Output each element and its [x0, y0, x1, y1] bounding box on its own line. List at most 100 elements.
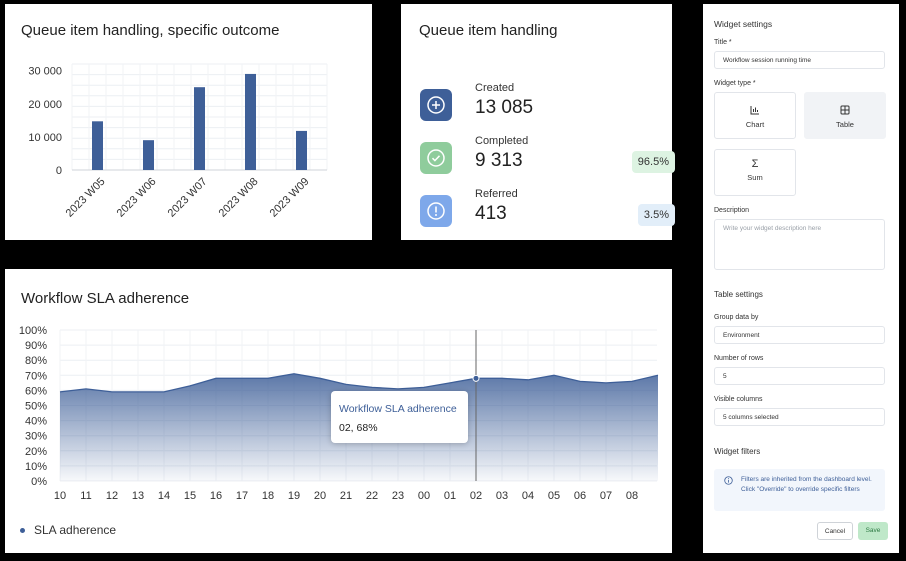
rows-input[interactable]: 5 — [714, 367, 885, 385]
stats-card: Queue item handling Created 13 085 Compl… — [401, 4, 675, 240]
info-icon — [724, 476, 733, 485]
x-tick-label: 05 — [548, 490, 560, 502]
x-tick-label: 23 — [392, 490, 404, 502]
bar — [296, 130, 307, 170]
x-tick-label: 08 — [626, 490, 638, 502]
x-tick-label: 03 — [496, 490, 508, 502]
bar — [245, 73, 256, 170]
bar — [92, 121, 103, 170]
y-tick-label: 30 000 — [28, 66, 62, 78]
x-tick-label: 16 — [210, 490, 222, 502]
bar-chart: 010 00020 00030 0002023 W05 2023 W06 2023 … — [28, 63, 328, 220]
x-tick-label: 21 — [340, 490, 352, 502]
y-tick-label: 10 000 — [28, 132, 62, 144]
y-tick-label: 80% — [25, 355, 47, 367]
widget-filters-header: Widget filters — [714, 447, 761, 456]
y-tick-label: 50% — [25, 401, 47, 413]
x-tick-label: 04 — [522, 490, 534, 502]
x-tick-label: 2023 W05 — [64, 176, 108, 220]
group-by-select[interactable]: Environment — [714, 326, 885, 344]
x-tick-label: 2023 W08 — [217, 176, 261, 220]
stat-completed-label: Completed — [475, 135, 529, 147]
title-label: Title * — [714, 39, 732, 46]
description-textarea[interactable]: Write your widget description here — [714, 219, 885, 270]
y-tick-label: 0% — [31, 476, 47, 488]
chart-tooltip: Workflow SLA adherence 02, 68% — [331, 391, 468, 443]
stat-completed: Completed 9 313 96.5% — [420, 135, 675, 181]
x-tick-label: 01 — [444, 490, 456, 502]
stat-referred-badge: 3.5% — [637, 204, 675, 226]
x-tick-label: 2023 W06 — [115, 176, 159, 220]
description-label: Description — [714, 207, 750, 214]
stats-card-title: Queue item handling — [419, 22, 558, 39]
stat-completed-value: 9 313 — [475, 150, 523, 171]
alert-circle-icon — [420, 195, 452, 227]
group-by-label: Group data by — [714, 314, 759, 321]
rows-label: Number of rows — [714, 355, 764, 362]
y-tick-label: 20 000 — [28, 99, 62, 111]
y-tick-label: 90% — [25, 340, 47, 352]
x-tick-label: 02 — [470, 490, 482, 502]
hover-point — [472, 374, 480, 382]
widget-type-label: Widget type * — [714, 80, 756, 87]
legend-label: SLA adherence — [34, 523, 117, 537]
widget-type-table-button[interactable]: Table — [804, 92, 886, 139]
stat-referred-value: 413 — [475, 203, 507, 224]
y-tick-label: 20% — [25, 446, 47, 458]
stat-referred: Referred 413 3.5% — [420, 188, 675, 234]
chart-legend: SLA adherence — [20, 523, 116, 537]
title-input[interactable]: Workflow session running time — [714, 51, 885, 69]
x-tick-label: 15 — [184, 490, 196, 502]
filters-info-box: Filters are inherited from the dashboard… — [714, 469, 885, 511]
x-tick-label: 20 — [314, 490, 326, 502]
y-tick-label: 60% — [25, 385, 47, 397]
x-tick-label: 13 — [132, 490, 144, 502]
bar — [194, 87, 205, 170]
x-tick-label: 00 — [418, 490, 430, 502]
plus-circle-icon — [420, 89, 452, 121]
sla-chart-card: Workflow SLA adherence 0% 10% 20% 30% 40% 50%… — [5, 269, 672, 553]
check-circle-icon — [420, 142, 452, 174]
widget-type-sum-button[interactable]: Σ Sum — [714, 149, 796, 196]
columns-label: Visible columns — [714, 396, 763, 403]
x-tick-label: 17 — [236, 490, 248, 502]
filters-info-text: Filters are inherited from the dashboard… — [741, 476, 872, 493]
y-tick-label: 40% — [25, 416, 47, 428]
x-tick-label: 11 — [80, 490, 91, 502]
x-tick-label: 10 — [54, 490, 66, 502]
description-placeholder: Write your widget description here — [723, 225, 822, 232]
save-button[interactable]: Save — [858, 522, 888, 540]
tooltip-value: 02, 68% — [339, 422, 378, 434]
y-tick-label: 0 — [56, 165, 62, 177]
stat-completed-badge: 96.5% — [631, 151, 675, 173]
x-tick-label: 2023 W09 — [268, 176, 312, 220]
x-tick-label: 06 — [574, 490, 586, 502]
widget-type-sum-label: Sum — [747, 173, 763, 182]
bar-chart-icon — [750, 106, 759, 115]
tooltip-title: Workflow SLA adherence — [339, 403, 457, 415]
widget-type-table-label: Table — [836, 120, 854, 129]
y-tick-label: 30% — [25, 431, 47, 443]
widget-settings-panel: Widget settings Title * Workflow session… — [703, 4, 899, 553]
cancel-button[interactable]: Cancel — [817, 522, 853, 540]
y-tick-label: 100% — [19, 325, 47, 337]
x-tick-label: 22 — [366, 490, 378, 502]
panel-header: Widget settings — [714, 19, 773, 29]
bar — [143, 140, 154, 170]
columns-select[interactable]: 5 columns selected — [714, 408, 885, 426]
y-tick-label: 70% — [25, 370, 47, 382]
x-tick-label: 18 — [262, 490, 274, 502]
y-tick-label: 10% — [25, 461, 47, 473]
x-tick-label: 07 — [600, 490, 612, 502]
table-settings-header: Table settings — [714, 290, 763, 299]
legend-dot — [20, 527, 25, 533]
widget-type-chart-button[interactable]: Chart — [714, 92, 796, 139]
table-icon — [840, 105, 850, 115]
widget-type-chart-label: Chart — [745, 120, 765, 129]
x-tick-label: 2023 W07 — [166, 176, 210, 220]
stat-created-value: 13 085 — [475, 97, 534, 118]
bar-chart-card: Queue item handling, specific outcome 01… — [5, 4, 372, 240]
x-tick-label: 19 — [288, 490, 300, 502]
stat-referred-label: Referred — [475, 188, 518, 200]
x-tick-label: 12 — [106, 490, 118, 502]
